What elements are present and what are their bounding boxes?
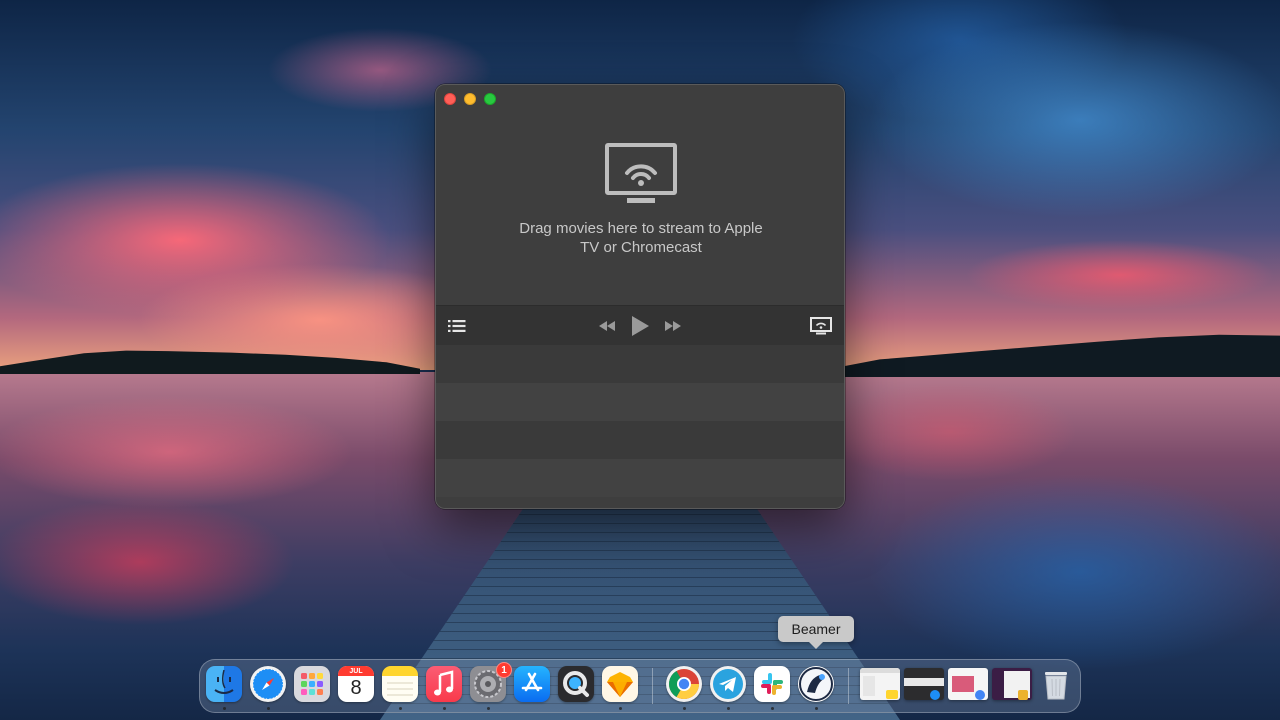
- minimized-window-thumbnail[interactable]: [904, 668, 944, 700]
- dock-tooltip: Beamer: [778, 616, 854, 649]
- running-indicator: [399, 707, 402, 710]
- dock-calendar-icon[interactable]: JUL 8: [338, 666, 374, 702]
- dock-system-preferences-icon[interactable]: 1: [470, 662, 512, 702]
- notification-badge: 1: [496, 662, 512, 678]
- dock: JUL 8 1: [199, 659, 1081, 713]
- running-indicator: [771, 707, 774, 710]
- dock-launchpad-icon[interactable]: [294, 666, 330, 702]
- calendar-day: 8: [350, 677, 362, 699]
- dock-beamer-icon[interactable]: [798, 666, 834, 702]
- airplay-icon[interactable]: [808, 306, 834, 346]
- play-icon[interactable]: [628, 306, 652, 346]
- dock-finder-icon[interactable]: [206, 666, 242, 702]
- running-indicator: [267, 707, 270, 710]
- drop-zone[interactable]: Drag movies here to stream to Apple TV o…: [436, 85, 844, 305]
- drop-message: Drag movies here to stream to Apple TV o…: [519, 220, 763, 256]
- playlist-row: [436, 383, 844, 421]
- dock-music-icon[interactable]: [426, 666, 462, 702]
- rewind-icon[interactable]: [596, 306, 618, 346]
- dock-trash-icon[interactable]: [1038, 666, 1074, 702]
- minimized-window-thumbnail[interactable]: [948, 668, 988, 700]
- playlist-row: [436, 345, 844, 383]
- dock-chrome-icon[interactable]: [666, 666, 702, 702]
- playlist-icon[interactable]: [446, 306, 468, 346]
- running-indicator: [223, 707, 226, 710]
- dock-quicktime-icon[interactable]: [558, 666, 594, 702]
- running-indicator: [443, 707, 446, 710]
- dock-telegram-icon[interactable]: [710, 666, 746, 702]
- playback-controls: [436, 305, 844, 346]
- dock-sketch-icon[interactable]: [602, 666, 638, 702]
- minimized-window-thumbnail[interactable]: [992, 668, 1032, 700]
- dock-notes-icon[interactable]: [382, 666, 418, 702]
- running-indicator: [487, 707, 490, 710]
- running-indicator: [619, 707, 622, 710]
- fast-forward-icon[interactable]: [662, 306, 684, 346]
- playlist: [436, 345, 844, 508]
- running-indicator: [683, 707, 686, 710]
- minimized-window-thumbnail[interactable]: [860, 668, 900, 700]
- playlist-row: [436, 459, 844, 497]
- running-indicator: [727, 707, 730, 710]
- calendar-month: JUL: [349, 668, 363, 675]
- dock-safari-icon[interactable]: [250, 666, 286, 702]
- dock-app-store-icon[interactable]: [514, 666, 550, 702]
- dock-separator: [652, 668, 653, 704]
- running-indicator: [815, 707, 818, 710]
- dock-separator: [848, 668, 849, 704]
- beamer-window: Drag movies here to stream to Apple TV o…: [435, 84, 845, 509]
- tv-stream-icon: [605, 143, 677, 203]
- dock-slack-icon[interactable]: [754, 666, 790, 702]
- playlist-row: [436, 421, 844, 459]
